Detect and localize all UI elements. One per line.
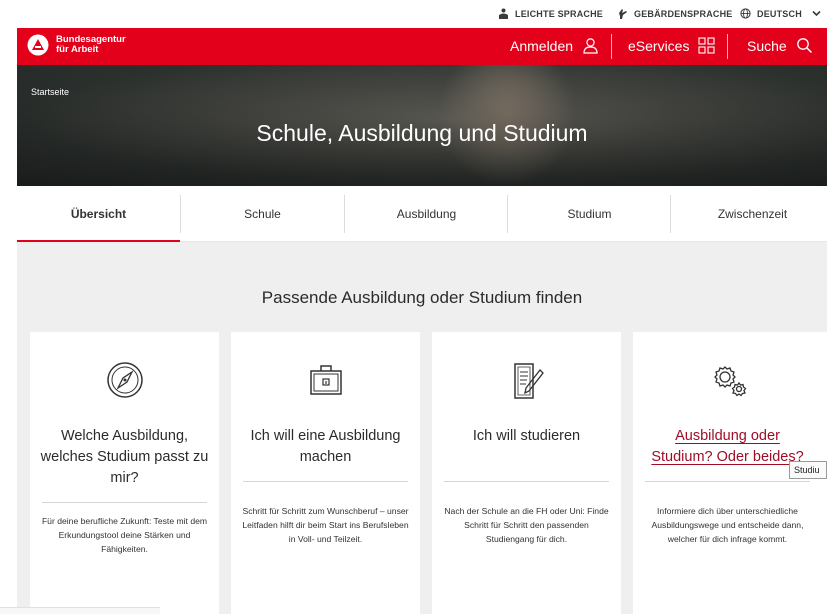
card-divider bbox=[444, 481, 609, 482]
card-title-link[interactable]: Ausbildung oder Studium? Oder beides? bbox=[643, 426, 812, 468]
easy-language-link[interactable]: LEICHTE SPRACHE bbox=[498, 8, 603, 19]
gears-icon bbox=[714, 366, 747, 397]
card-studium[interactable]: Ich will studieren Nach der Schule an di… bbox=[432, 332, 621, 614]
ba-logo-icon bbox=[27, 34, 49, 56]
compass-icon bbox=[106, 362, 143, 398]
card-text: Schritt für Schritt zum Wunschberuf – un… bbox=[242, 506, 409, 544]
tab-bar: Übersicht Schule Ausbildung Studium Zwis… bbox=[17, 186, 827, 243]
card-ausbildung[interactable]: Ich will eine Ausbildung machen Schritt … bbox=[231, 332, 420, 614]
sign-language-link[interactable]: GEBÄRDENSPRACHE bbox=[617, 8, 733, 19]
tab-ausbildung[interactable]: Ausbildung bbox=[345, 186, 508, 242]
bottom-strip bbox=[0, 607, 160, 614]
briefcase-icon bbox=[309, 365, 342, 395]
easy-language-label: LEICHTE SPRACHE bbox=[515, 8, 604, 19]
search-icon bbox=[796, 38, 812, 54]
page-title: Schule, Ausbildung und Studium bbox=[256, 120, 588, 146]
login-label: Anmelden bbox=[510, 37, 574, 54]
document-pen-icon bbox=[513, 363, 544, 399]
search-link[interactable]: Suche bbox=[747, 37, 813, 54]
tab-studium[interactable]: Studium bbox=[508, 186, 671, 242]
utility-bar: LEICHTE SPRACHE GEBÄRDENSPRACHE DEUTSCH bbox=[0, 0, 827, 28]
header-divider bbox=[611, 34, 612, 59]
eservices-link[interactable]: eServices bbox=[628, 37, 716, 54]
chevron-down-icon bbox=[812, 10, 821, 17]
section-title: Passende Ausbildung oder Studium finden bbox=[261, 288, 583, 307]
icon-wrapper bbox=[633, 360, 827, 400]
login-link[interactable]: Anmelden bbox=[510, 37, 599, 54]
user-icon bbox=[583, 38, 598, 54]
sign-language-label: GEBÄRDENSPRACHE bbox=[634, 8, 733, 19]
card-text: Nach der Schule an die FH oder Uni: Find… bbox=[444, 506, 609, 544]
card-title[interactable]: Ich will eine Ausbildung machen bbox=[241, 426, 410, 468]
card-divider bbox=[42, 502, 207, 503]
search-label: Suche bbox=[747, 37, 787, 54]
breadcrumb[interactable]: Startseite bbox=[31, 87, 69, 97]
tab-label: Ausbildung bbox=[396, 207, 457, 221]
language-select[interactable]: DEUTSCH bbox=[740, 8, 821, 19]
tab-schule[interactable]: Schule bbox=[181, 186, 344, 242]
hand-icon bbox=[619, 9, 627, 19]
icon-wrapper bbox=[432, 360, 621, 402]
eservices-label: eServices bbox=[628, 37, 690, 54]
tab-label: Studium bbox=[567, 207, 612, 221]
tab-zwischenzeit[interactable]: Zwischenzeit bbox=[671, 186, 827, 242]
globe-icon bbox=[740, 8, 751, 19]
card-title[interactable]: Welche Ausbildung, welches Studium passt… bbox=[40, 426, 209, 489]
icon-wrapper bbox=[30, 360, 219, 400]
tooltip: Studiu bbox=[789, 461, 827, 479]
logo[interactable]: Bundesagentur für Arbeit bbox=[27, 34, 126, 56]
tab-label: Schule bbox=[244, 207, 281, 221]
grid-icon bbox=[698, 37, 716, 54]
icon-wrapper bbox=[231, 360, 420, 400]
main-content: Passende Ausbildung oder Studium finden … bbox=[17, 242, 827, 614]
card-text: Für deine berufliche Zukunft: Teste mit … bbox=[41, 516, 208, 554]
card-text: Informiere dich über unterschiedliche Au… bbox=[651, 506, 804, 544]
hero-banner: Startseite Schule, Ausbildung und Studiu… bbox=[17, 65, 827, 186]
tab-label: Zwischenzeit bbox=[717, 207, 788, 221]
site-header: Bundesagentur für Arbeit Anmelden eServi… bbox=[17, 28, 827, 65]
card-divider bbox=[243, 481, 408, 482]
card-orientation[interactable]: Welche Ausbildung, welches Studium passt… bbox=[30, 332, 219, 614]
logo-text: Bundesagentur für Arbeit bbox=[56, 34, 126, 55]
language-label: DEUTSCH bbox=[757, 8, 802, 19]
card-title[interactable]: Ich will studieren bbox=[442, 426, 611, 447]
tab-uebersicht[interactable]: Übersicht bbox=[17, 186, 180, 243]
tab-label: Übersicht bbox=[70, 207, 127, 221]
easy-language-icon bbox=[499, 8, 508, 19]
card-divider bbox=[645, 481, 810, 482]
header-divider bbox=[727, 34, 728, 59]
